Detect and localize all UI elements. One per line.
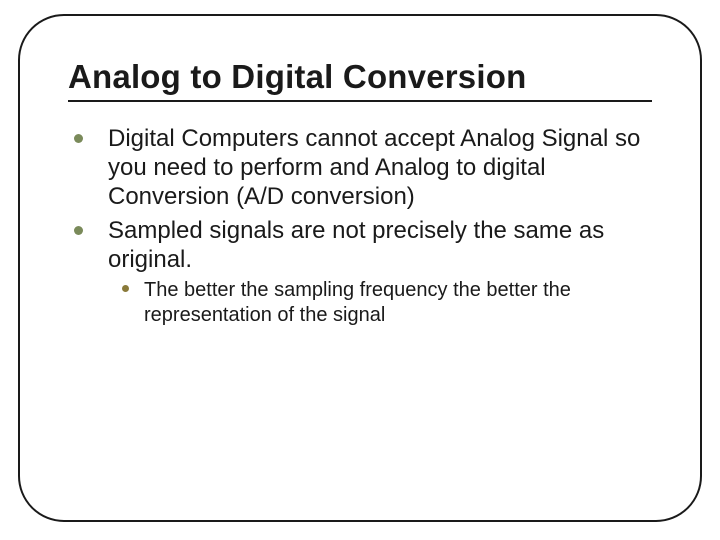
bullet-text: Digital Computers cannot accept Analog S… <box>108 125 640 211</box>
bullet-list: Digital Computers cannot accept Analog S… <box>68 124 652 327</box>
sub-bullet-item-1: The better the sampling frequency the be… <box>108 278 652 327</box>
bullet-item-1: Digital Computers cannot accept Analog S… <box>68 124 652 212</box>
title-underline <box>68 100 652 102</box>
slide-body: Digital Computers cannot accept Analog S… <box>68 124 652 327</box>
bullet-text: Sampled signals are not precisely the sa… <box>108 217 604 273</box>
sub-bullet-list: The better the sampling frequency the be… <box>108 278 652 327</box>
bullet-item-2: Sampled signals are not precisely the sa… <box>68 216 652 327</box>
slide: Analog to Digital Conversion Digital Com… <box>0 0 720 540</box>
slide-frame: Analog to Digital Conversion Digital Com… <box>18 14 702 522</box>
slide-title: Analog to Digital Conversion <box>68 58 652 96</box>
sub-bullet-text: The better the sampling frequency the be… <box>144 279 571 325</box>
